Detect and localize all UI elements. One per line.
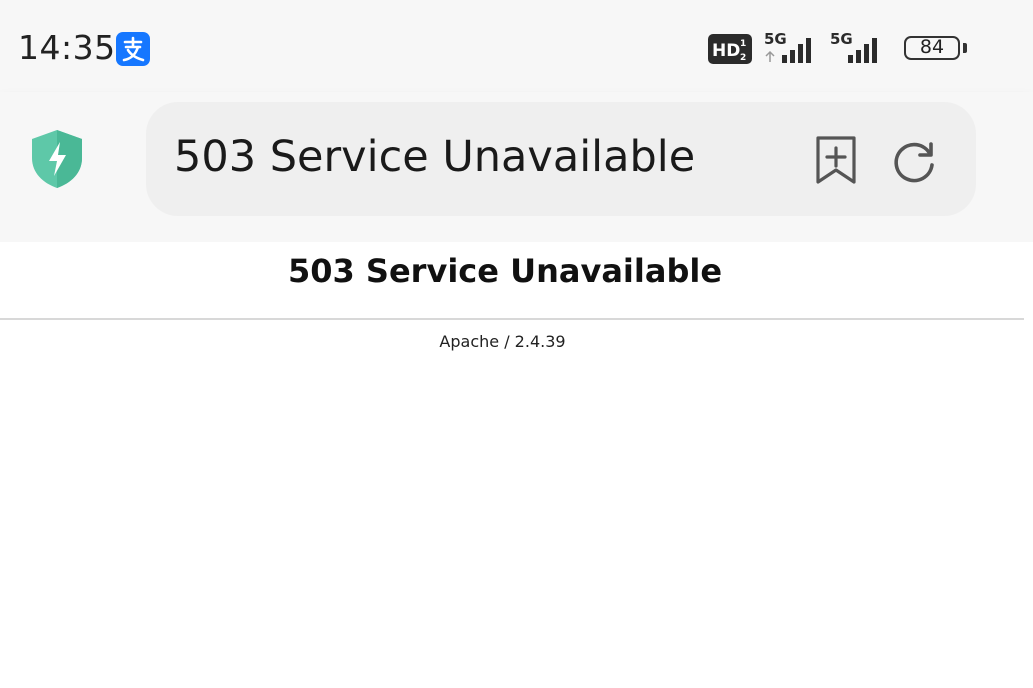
- status-time: 14:35: [18, 28, 116, 67]
- address-text[interactable]: 503 Service Unavailable: [174, 132, 695, 182]
- address-bar[interactable]: 503 Service Unavailable: [146, 102, 976, 216]
- status-bar: 14:35 HD 1 2 5G 5G 84: [0, 0, 1033, 92]
- svg-text:HD: HD: [712, 41, 740, 61]
- signal-5g-icon-1: 5G: [764, 30, 811, 63]
- add-bookmark-icon[interactable]: [812, 134, 860, 186]
- battery-tip: [963, 43, 967, 53]
- signal-5g-icon-2: 5G: [830, 30, 877, 63]
- divider: [0, 318, 1024, 320]
- server-signature: Apache / 2.4.39: [439, 332, 566, 351]
- page-content: 503 Service Unavailable Apache / 2.4.39: [0, 242, 1033, 688]
- browser-toolbar: 503 Service Unavailable: [0, 92, 1033, 242]
- alipay-icon: [116, 32, 150, 66]
- svg-text:5G: 5G: [764, 30, 787, 48]
- page-title: 503 Service Unavailable: [287, 252, 723, 290]
- battery-indicator: 84: [904, 36, 960, 60]
- status-indicators: HD 1 2 5G 5G 84: [708, 30, 978, 70]
- svg-text:2: 2: [740, 53, 746, 63]
- svg-text:1: 1: [740, 39, 746, 49]
- svg-text:5G: 5G: [830, 30, 853, 48]
- reload-icon[interactable]: [890, 136, 940, 186]
- hd-voice-icon: HD 1 2: [708, 34, 752, 64]
- shield-bolt-icon[interactable]: [28, 128, 86, 190]
